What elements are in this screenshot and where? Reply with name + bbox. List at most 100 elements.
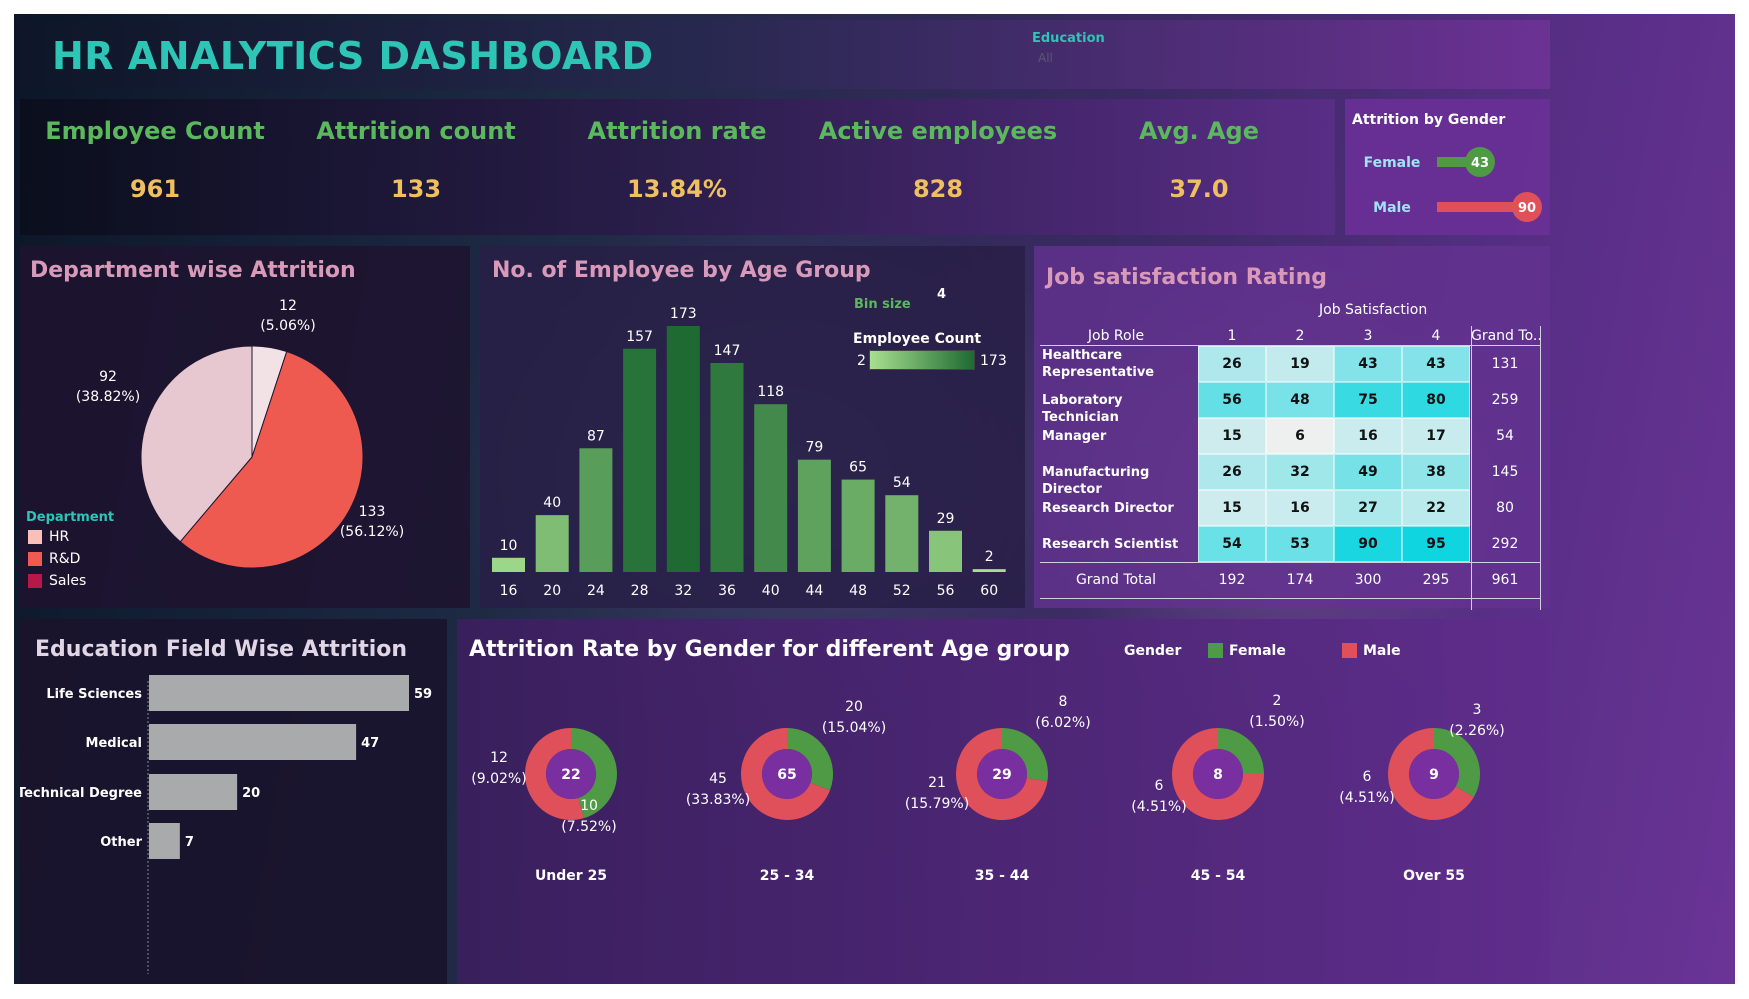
legend-label-sales: Sales [49,573,87,589]
legend-label-hr: HR [49,529,70,545]
donut-female-pct: (15.04%) [822,720,886,736]
age-bar-value-label: 157 [626,329,653,345]
education-value-label: 20 [242,786,260,801]
job-row-total: 145 [1491,464,1519,480]
donut-group-label: Under 25 [535,868,607,884]
job-grand-total-line [1040,562,1540,563]
age-tick-label: 52 [893,583,911,599]
donut-female-count: 8 [1059,694,1068,710]
age-tick-label: 16 [500,583,518,599]
job-total-header: Grand To.. [1471,328,1542,344]
job-heatmap-cell: 95 [1402,526,1470,562]
education-bar-chart: Life Sciences 59 Medical 47 Technical Degree… [20,675,432,974]
age-bar-value-label: 2 [985,549,994,565]
job-heatmap-cell: 19 [1266,346,1334,382]
job-heatmap-cell: 22 [1402,490,1470,526]
job-heatmap-cell: 75 [1334,382,1402,418]
kpi-employee-count-label: Employee Count [45,117,265,145]
education-bar [149,774,238,810]
age-tick-label: 20 [543,583,561,599]
job-heatmap-cell: 49 [1334,454,1402,490]
donut-total-label: 65 [777,767,796,783]
job-heatmap-cell: 80 [1402,382,1470,418]
donut-group-label: 45 - 54 [1191,868,1246,884]
department-legend-title: Department [26,510,115,525]
department-panel: Department wise Attrition 12 (5.06%) 133 (5… [20,246,470,608]
kpi-avg-age-value: 37.0 [1169,175,1229,203]
age-bar-value-label: 29 [937,511,955,527]
page-title: HR ANALYTICS DASHBOARD [52,34,654,78]
job-heatmap-cell: 16 [1266,490,1334,526]
education-bar [149,823,180,859]
job-column-header: 4 [1431,328,1441,344]
kpi-attrition-rate-label: Attrition rate [587,117,767,145]
kpi-active-employees-value: 828 [912,175,964,203]
age-bar-value-label: 118 [757,384,784,400]
job-grand-total-value: 300 [1354,572,1382,588]
job-heatmap-cell: 27 [1334,490,1402,526]
kpi-active-employees-label: Active employees [818,117,1058,145]
pie-label-pct: (56.12%) [340,524,404,540]
donut-total-label: 22 [561,767,580,783]
age-bar-value-label: 173 [670,306,697,322]
donut-group-label: 35 - 44 [975,868,1030,884]
dashboard-stage: HR ANALYTICS DASHBOARD Education All Emp… [0,0,1749,999]
header-panel: HR ANALYTICS DASHBOARD Education All [20,20,1550,89]
legend-swatch-rd [28,552,42,566]
age-bar [929,530,962,572]
age-tick-label: 40 [762,583,780,599]
job-row-total: 80 [1496,500,1514,516]
donut-total-label: 29 [992,767,1011,783]
age-tick-label: 36 [718,583,736,599]
gender-value-label: 90 [1518,201,1536,216]
job-role-label: Laboratory Technician [1042,393,1123,425]
gender-attrition-panel: Attrition by Gender Female 43 Male 90 [1345,99,1550,235]
kpi-panel: Employee Count 961 Attrition count 133 A… [20,99,1335,235]
job-grand-total-value: 192 [1218,572,1246,588]
gender-attrition-chart: Female 43 Male 90 [1364,147,1542,222]
gender-row-label: Male [1373,200,1411,216]
job-heatmap-cell: 43 [1402,346,1470,382]
pie-label-count: 133 [359,504,386,520]
donut-male-pct: (15.79%) [905,796,969,812]
donut-female-pct: (7.52%) [561,819,616,835]
donut-male-count: 12 [490,750,508,766]
donut-male-pct: (33.83%) [686,792,750,808]
job-heatmap-cell: 43 [1334,346,1402,382]
age-bar [754,404,788,572]
department-pie-chart: 12 (5.06%) 133 (56.12%) 92 (38.82%) [76,298,404,569]
education-value-label: 59 [414,687,432,702]
age-tick-label: 48 [849,583,867,599]
education-value-label: 7 [185,835,194,850]
donut-panel: Attrition Rate by Gender for different A… [457,619,1550,984]
education-filter-dropdown[interactable]: All [1038,51,1053,65]
job-total-right-divider [1540,326,1541,610]
age-tick-label: 44 [805,583,823,599]
job-satisfaction-panel: Job satisfaction Rating Job Satisfaction… [1034,246,1550,610]
age-tick-label: 28 [631,583,649,599]
job-heatmap-cell: 15 [1198,490,1266,526]
gender-row-label: Female [1364,155,1421,171]
kpi-employee-count-value: 961 [129,175,181,203]
age-bar [535,515,569,572]
age-tick-label: 32 [674,583,692,599]
job-heatmap-cell: 38 [1402,454,1470,490]
donut-group-label: Over 55 [1403,868,1465,884]
job-row-total: 259 [1491,392,1519,408]
age-bar [885,495,919,572]
job-grand-total-value: 295 [1422,572,1450,588]
education-category-label: Life Sciences [46,687,142,702]
donut-female-pct: (6.02%) [1035,715,1090,731]
donut-female-count: 2 [1273,693,1282,709]
job-heatmap-cell: 53 [1266,526,1334,562]
job-role-label: Research Director [1042,501,1174,516]
legend-label-rd: R&D [49,551,81,567]
donut-female-count: 3 [1473,702,1482,718]
job-heatmap-cell: 26 [1198,454,1266,490]
donut-male-pct: (4.51%) [1131,799,1186,815]
age-bar-value-label: 147 [714,343,741,359]
job-row-total: 131 [1491,356,1519,372]
education-bar [149,675,409,711]
education-category-label: Technical Degree [20,786,142,801]
age-bar [797,459,831,572]
